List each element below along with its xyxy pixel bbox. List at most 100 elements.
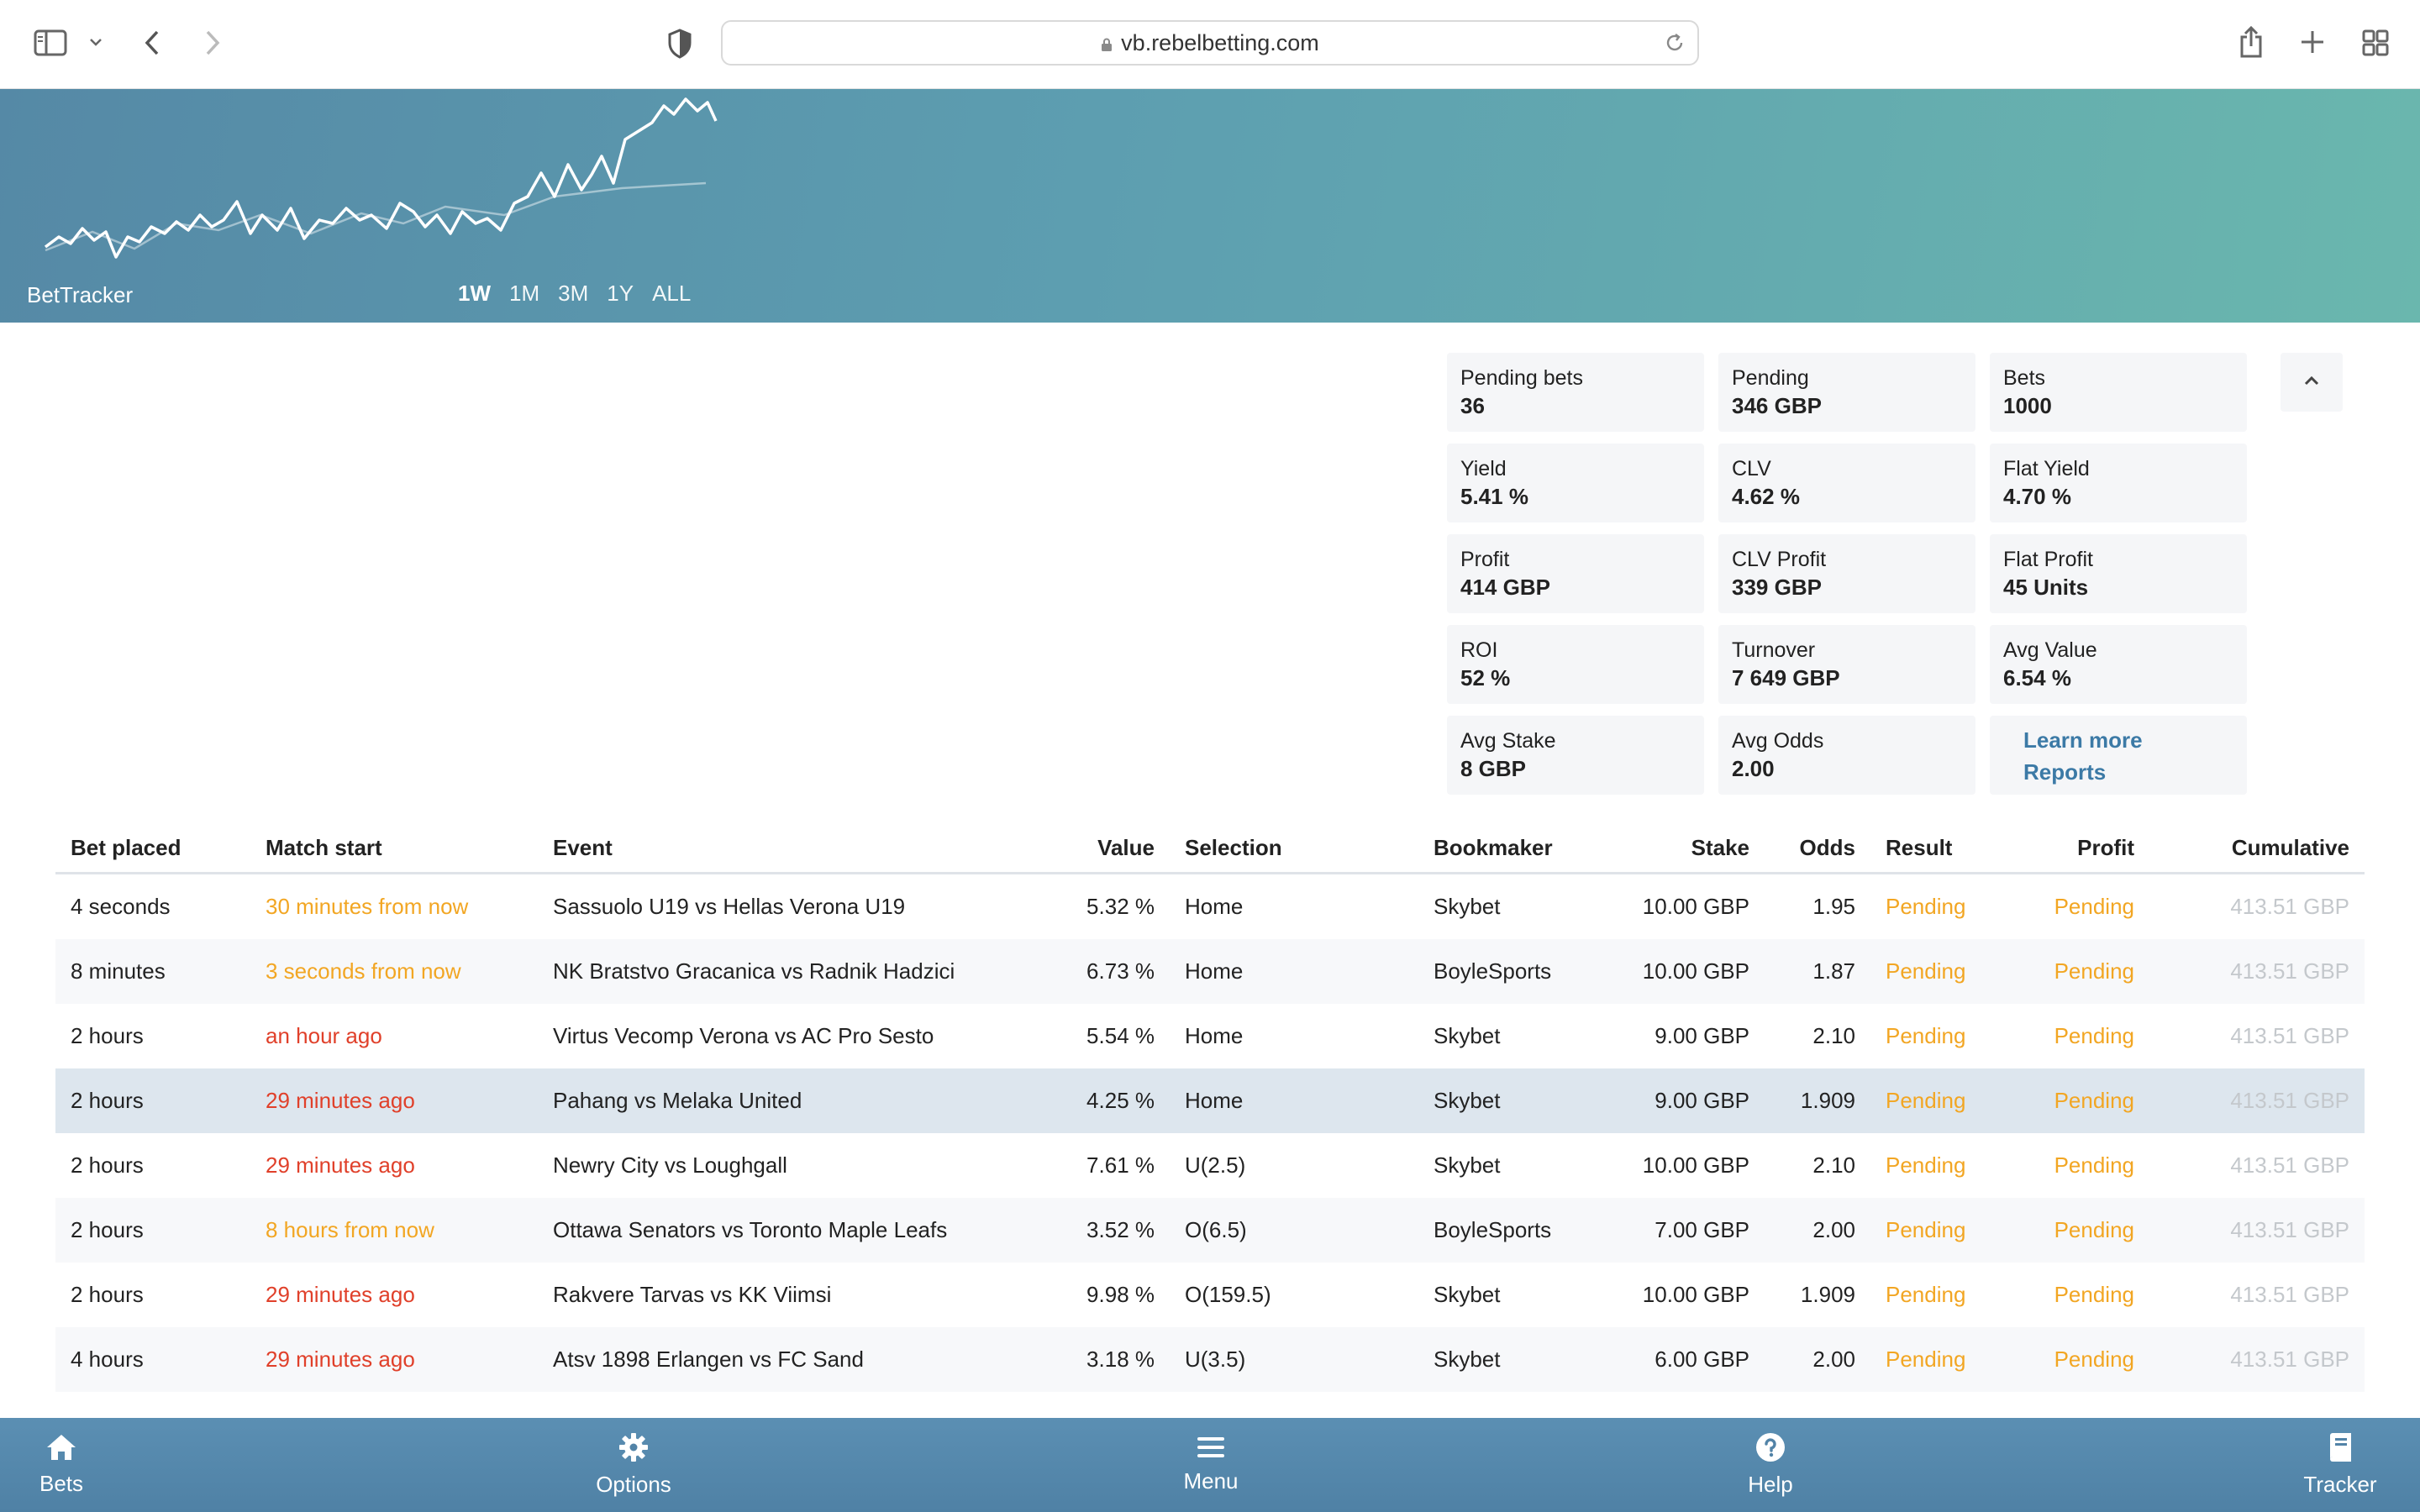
cell-cumulative: 413.51 GBP [2149, 939, 2365, 1004]
cell-odds: 1.87 [1765, 939, 1870, 1004]
nav-menu[interactable]: Menu [1175, 1418, 1247, 1512]
cell-odds: 2.00 [1765, 1327, 1870, 1392]
reload-icon[interactable] [1664, 32, 1686, 58]
stat-value: 339 GBP [1732, 575, 1822, 600]
range-selector: 1W 1M 3M 1Y ALL [458, 281, 691, 307]
nav-label: Help [1748, 1472, 1793, 1497]
tab-overview-icon[interactable] [2361, 29, 2390, 57]
range-1y[interactable]: 1Y [607, 281, 634, 307]
table-header-row: Bet placed Match start Event Value Selec… [55, 823, 2365, 874]
cell-stake: 10.00 GBP [1642, 1282, 1749, 1307]
chevron-down-icon[interactable] [87, 34, 104, 50]
collapse-stats-button[interactable] [2281, 353, 2343, 412]
cell-cumulative: 413.51 GBP [2149, 1198, 2365, 1263]
privacy-shield-icon[interactable] [666, 27, 694, 60]
nav-label: Menu [1183, 1468, 1239, 1494]
cell-event: Sassuolo U19 vs Hellas Verona U19 [553, 894, 906, 919]
stat-turnover: Turnover 7 649 GBP [1718, 625, 1975, 704]
cell-profit: Pending [2027, 1327, 2149, 1392]
nav-options[interactable]: Options [588, 1418, 679, 1512]
stat-label: Avg Value [2003, 638, 2097, 662]
cell-bookmaker: Skybet [1434, 894, 1501, 919]
table-row[interactable]: 4 hours 29 minutes ago Atsv 1898 Erlange… [55, 1327, 2365, 1392]
share-icon[interactable] [2237, 24, 2265, 60]
cell-odds: 2.00 [1765, 1198, 1870, 1263]
learn-more-link[interactable]: Learn more [2003, 724, 2233, 756]
stat-value: 36 [1460, 393, 1485, 418]
stat-value: 6.54 % [2003, 665, 2071, 690]
stat-label: Profit [1460, 548, 1510, 571]
stat-label: Bets [2003, 366, 2046, 390]
table-row[interactable]: 2 hours 29 minutes ago Pahang vs Melaka … [55, 1068, 2365, 1133]
cell-match-start: 29 minutes ago [250, 1327, 538, 1392]
table-row[interactable]: 4 seconds 30 minutes from now Sassuolo U… [55, 874, 2365, 940]
col-result[interactable]: Result [1870, 823, 2027, 874]
back-icon[interactable] [139, 27, 165, 59]
cell-bet-placed: 4 seconds [71, 894, 171, 919]
range-all[interactable]: ALL [652, 281, 691, 307]
nav-help[interactable]: Help [1734, 1418, 1807, 1512]
cell-bookmaker: BoyleSports [1418, 1198, 1591, 1263]
gear-icon [618, 1432, 649, 1467]
col-bookmaker[interactable]: Bookmaker [1418, 823, 1591, 874]
col-profit[interactable]: Profit [2027, 823, 2149, 874]
range-3m[interactable]: 3M [558, 281, 588, 307]
col-event[interactable]: Event [538, 823, 1062, 874]
cell-value: 9.98 % [1086, 1282, 1155, 1307]
col-stake[interactable]: Stake [1591, 823, 1765, 874]
col-match-start[interactable]: Match start [250, 823, 538, 874]
sidebar-toggle-icon[interactable] [34, 29, 67, 57]
col-cumulative[interactable]: Cumulative [2149, 823, 2365, 874]
stat-avg-value: Avg Value 6.54 % [1990, 625, 2247, 704]
cell-match-start: 30 minutes from now [266, 894, 469, 919]
cell-match-start: 29 minutes ago [266, 1152, 415, 1178]
cell-result: Pending [1870, 1198, 2027, 1263]
table-row[interactable]: 2 hours 29 minutes ago Newry City vs Lou… [55, 1133, 2365, 1198]
table-row[interactable]: 2 hours 8 hours from now Ottawa Senators… [55, 1198, 2365, 1263]
stat-links: Learn more Reports [1990, 716, 2247, 795]
reports-link[interactable]: Reports [2003, 756, 2233, 788]
cell-value: 4.25 % [1062, 1068, 1170, 1133]
stat-label: Yield [1460, 457, 1507, 480]
col-value[interactable]: Value [1062, 823, 1170, 874]
stat-yield: Yield 5.41 % [1447, 444, 1704, 522]
range-1w[interactable]: 1W [458, 281, 491, 307]
stat-label: ROI [1460, 638, 1498, 662]
cell-stake: 10.00 GBP [1642, 1152, 1749, 1178]
cell-odds: 1.909 [1765, 1068, 1870, 1133]
cell-selection: O(159.5) [1185, 1282, 1271, 1307]
stat-value: 346 GBP [1732, 393, 1822, 418]
cell-result: Pending [1870, 1068, 2027, 1133]
address-bar[interactable]: vb.rebelbetting.com [721, 20, 1699, 66]
cell-profit: Pending [2027, 1068, 2149, 1133]
cell-result: Pending [1886, 1282, 1966, 1307]
stat-value: 4.70 % [2003, 484, 2071, 509]
cell-value: 5.32 % [1086, 894, 1155, 919]
cell-event: Pahang vs Melaka United [538, 1068, 1062, 1133]
col-bet-placed[interactable]: Bet placed [55, 823, 250, 874]
new-tab-icon[interactable] [2299, 29, 2326, 55]
cell-value: 3.52 % [1062, 1198, 1170, 1263]
nav-label: Tracker [2303, 1472, 2377, 1497]
stat-clv-profit: CLV Profit 339 GBP [1718, 534, 1975, 613]
forward-icon[interactable] [200, 27, 225, 59]
col-odds[interactable]: Odds [1765, 823, 1870, 874]
cell-cumulative: 413.51 GBP [2230, 1282, 2349, 1307]
cell-cumulative: 413.51 GBP [2149, 1068, 2365, 1133]
stat-label: Avg Odds [1732, 729, 1824, 753]
home-icon [45, 1433, 77, 1466]
stat-value: 7 649 GBP [1732, 665, 1840, 690]
cell-match-start: 3 seconds from now [250, 939, 538, 1004]
col-selection[interactable]: Selection [1170, 823, 1418, 874]
nav-tracker[interactable]: Tracker [2299, 1418, 2381, 1512]
table-row[interactable]: 8 minutes 3 seconds from now NK Bratstvo… [55, 939, 2365, 1004]
table-row[interactable]: 2 hours an hour ago Virtus Vecomp Verona… [55, 1004, 2365, 1068]
stat-bets: Bets 1000 [1990, 353, 2247, 432]
browser-toolbar: vb.rebelbetting.com [0, 0, 2420, 89]
cell-selection: O(6.5) [1170, 1198, 1418, 1263]
stat-value: 4.62 % [1732, 484, 1800, 509]
cell-value: 6.73 % [1062, 939, 1170, 1004]
range-1m[interactable]: 1M [509, 281, 539, 307]
nav-bets[interactable]: Bets [25, 1418, 97, 1512]
table-row[interactable]: 2 hours 29 minutes ago Rakvere Tarvas vs… [55, 1263, 2365, 1327]
